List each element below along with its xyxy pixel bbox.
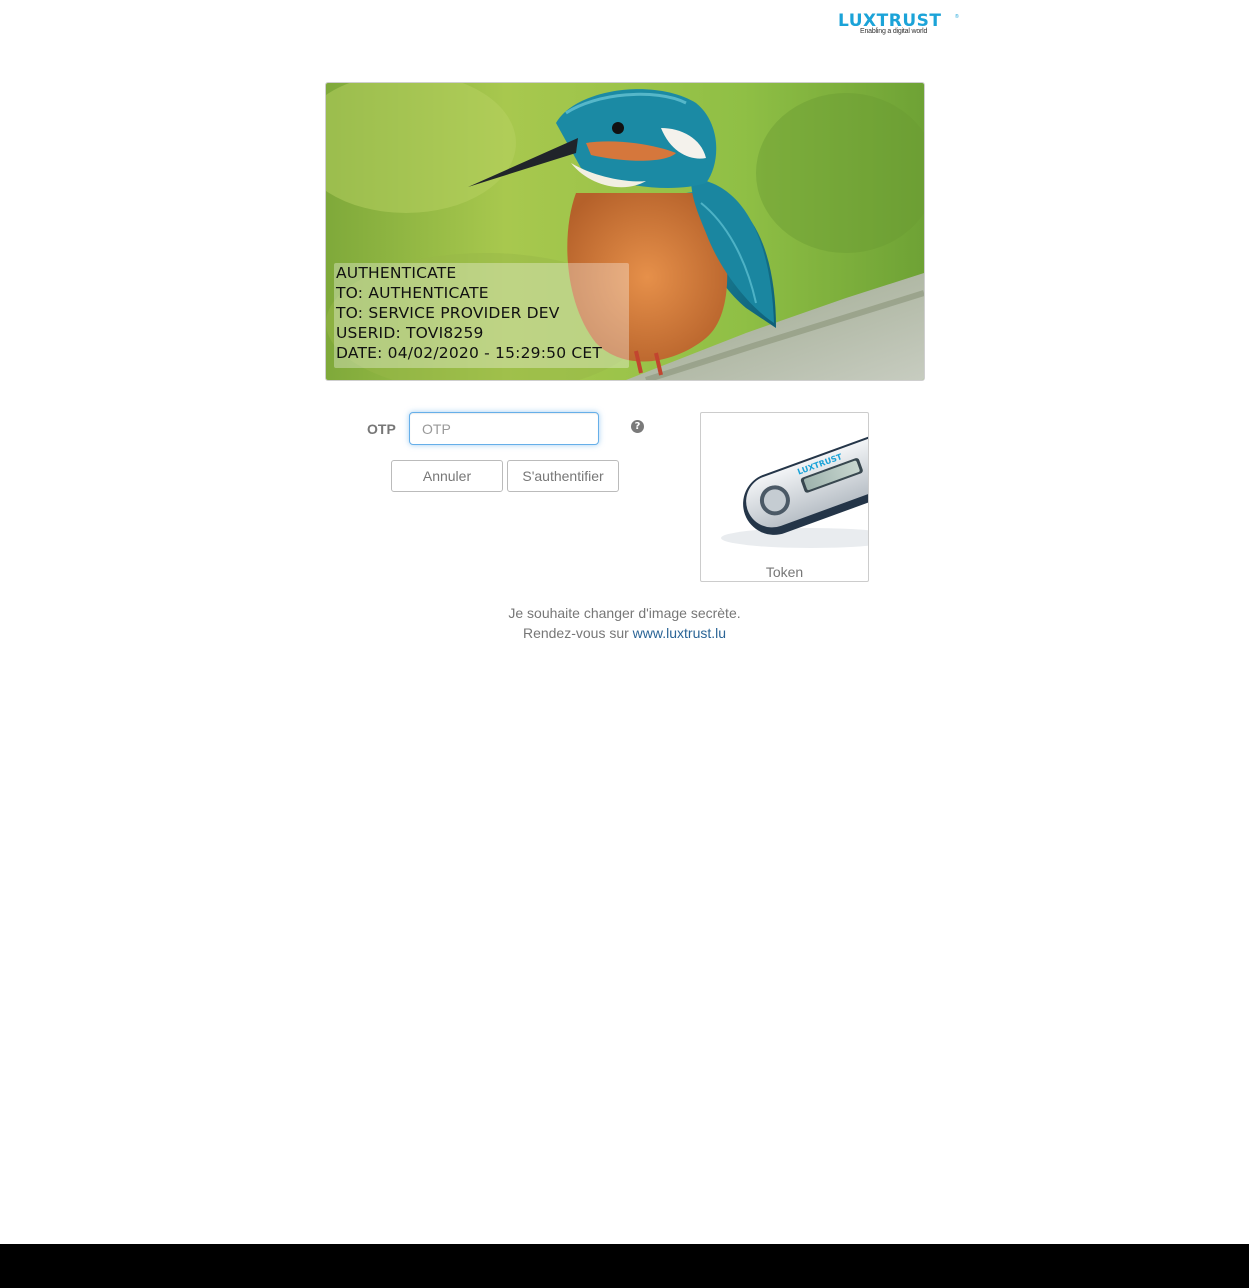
- caption-line-action: AUTHENTICATE: [336, 264, 457, 282]
- secret-image: AUTHENTICATE TO: AUTHENTICATE TO: SERVIC…: [325, 82, 925, 381]
- caption-line-userid: USERID: TOVI8259: [336, 324, 484, 342]
- otp-input[interactable]: [409, 412, 599, 445]
- caption-line-to-action: TO: AUTHENTICATE: [336, 284, 489, 302]
- luxtrust-logo: LUXTRUST ® Enabling a digital world: [838, 12, 960, 38]
- caption-line-date: DATE: 04/02/2020 - 15:29:50 CET: [336, 344, 603, 362]
- logo-registered-mark: ®: [955, 14, 959, 20]
- authenticate-button[interactable]: S'authentifier: [507, 460, 619, 492]
- token-card[interactable]: LUXTRUST Token: [700, 412, 869, 582]
- token-device-icon: LUXTRUST: [721, 429, 868, 548]
- luxtrust-link[interactable]: www.luxtrust.lu: [633, 625, 726, 641]
- token-label: Token: [765, 564, 804, 580]
- visit-site-prefix: Rendez-vous sur: [522, 625, 633, 641]
- caption-line-provider: TO: SERVICE PROVIDER DEV: [336, 304, 560, 322]
- change-image-text: Je souhaite changer d'image secrète.: [508, 605, 741, 621]
- logo-tagline: Enabling a digital world: [860, 28, 928, 35]
- bottom-bar: [0, 1244, 1249, 1288]
- visit-site-text: Rendez-vous sur www.luxtrust.lu: [0, 625, 1249, 641]
- caption-box: AUTHENTICATE TO: AUTHENTICATE TO: SERVIC…: [334, 263, 629, 368]
- question-circle-icon[interactable]: ?: [631, 420, 644, 433]
- cancel-button[interactable]: Annuler: [391, 460, 503, 492]
- otp-label: OTP: [367, 421, 396, 437]
